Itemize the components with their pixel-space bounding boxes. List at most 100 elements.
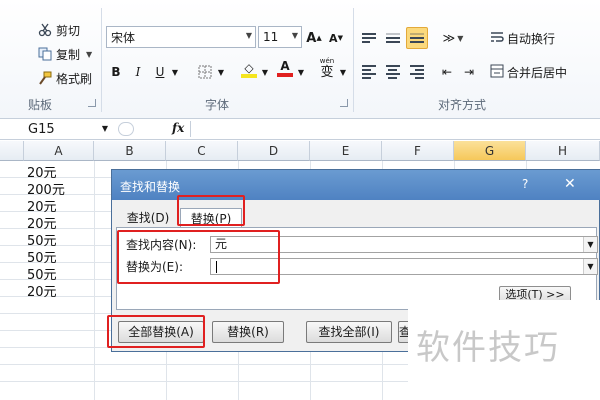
cut-button[interactable]: 剪切 — [38, 20, 80, 40]
orientation-button[interactable]: ≫ ▼ — [438, 28, 468, 48]
font-color-label: A — [280, 59, 290, 73]
column-header-f[interactable]: F — [382, 141, 454, 161]
decrease-indent-button[interactable]: ⇤ — [438, 62, 456, 82]
dialog-title: 查找和替换 — [120, 180, 181, 194]
tab-replace[interactable]: 替换(P) — [180, 208, 242, 228]
tab-find[interactable]: 查找(D) — [120, 208, 176, 228]
tab-find-label: 查找(D) — [126, 211, 170, 225]
font-color-bar — [277, 73, 293, 77]
paint-bucket-icon: ◇ — [244, 61, 254, 75]
font-color-button[interactable]: A — [276, 58, 294, 78]
align-left-icon — [362, 65, 376, 79]
align-top-button[interactable] — [360, 28, 378, 48]
help-icon[interactable]: ? — [522, 177, 528, 191]
format-painter-button[interactable]: 格式刷 — [38, 68, 92, 88]
bold-button[interactable]: B — [108, 62, 124, 82]
chevron-down-icon[interactable]: ▼ — [583, 259, 597, 274]
group-divider — [101, 8, 102, 112]
copy-label: 复制 — [56, 47, 81, 62]
align-left-button[interactable] — [360, 62, 378, 82]
shrink-font-button[interactable]: A ▼ — [328, 28, 344, 48]
copy-button[interactable]: 复制 ▼ — [38, 44, 92, 64]
group-divider — [353, 8, 354, 112]
column-header-e[interactable]: E — [310, 141, 382, 161]
align-center-button[interactable] — [384, 62, 402, 82]
borders-icon[interactable] — [196, 62, 214, 82]
chevron-down-icon: ▼ — [101, 124, 108, 133]
dialog-title-bar[interactable]: 查找和替换 ? ✕ — [112, 170, 600, 200]
column-header-c[interactable]: C — [166, 141, 238, 161]
replace-with-input[interactable]: ▼ — [210, 258, 598, 275]
align-top-icon — [362, 33, 376, 43]
text-orientation-icon: ≫ — [442, 31, 456, 45]
dialog-launcher-icon[interactable] — [88, 99, 96, 107]
grow-font-label: A — [306, 30, 317, 46]
increase-indent-button[interactable]: ⇥ — [460, 62, 478, 82]
formula-bar: G15 ▼ fx — [0, 118, 600, 140]
wrap-text-label: 自动换行 — [507, 31, 556, 46]
chevron-down-icon[interactable]: ▼ — [583, 237, 597, 252]
font-family-select[interactable]: 宋体 ▼ — [106, 26, 256, 48]
tab-replace-label: 替换(P) — [190, 212, 232, 226]
align-middle-button[interactable] — [384, 28, 402, 48]
name-box-value: G15 — [28, 121, 55, 137]
brush-icon — [38, 71, 52, 85]
chevron-down-icon[interactable]: ▼ — [216, 62, 226, 82]
fill-color-button[interactable]: ◇ — [240, 60, 258, 80]
chevron-down-icon[interactable]: ▼ — [338, 62, 348, 82]
chevron-down-icon[interactable]: ▼ — [260, 62, 270, 82]
bold-label: B — [111, 65, 121, 79]
select-all-corner[interactable] — [0, 141, 24, 161]
copy-icon — [38, 47, 52, 61]
chevron-down-icon[interactable]: ▼ — [296, 62, 306, 82]
align-middle-icon — [386, 33, 400, 43]
fill-color-bar — [241, 74, 257, 78]
column-header-g[interactable]: G — [454, 141, 526, 161]
merge-center-button[interactable]: 合并后居中 — [490, 62, 600, 82]
find-what-input[interactable]: 元 ▼ — [210, 236, 598, 253]
align-bottom-button[interactable] — [406, 27, 428, 49]
increase-indent-icon: ⇥ — [463, 65, 475, 79]
replace-button[interactable]: 替换(R) — [212, 321, 284, 343]
column-header-b[interactable]: B — [94, 141, 166, 161]
chevron-down-icon[interactable]: ▼ — [86, 50, 92, 59]
ribbon: 剪切 复制 ▼ 格式刷 贴板 宋体 ▼ 11 ▼ A▲ A▼ B I U ▼ — [0, 0, 600, 118]
phonetic-label: wén — [319, 57, 335, 65]
cancel-icon[interactable] — [118, 122, 134, 136]
cut-label: 剪切 — [56, 23, 81, 38]
function-icon[interactable]: fx — [172, 121, 184, 135]
find-what-value: 元 — [215, 237, 228, 251]
wrap-text-button[interactable]: 自动换行 — [490, 28, 562, 48]
dialog-launcher-icon[interactable] — [340, 99, 348, 107]
font-size-select[interactable]: 11 ▼ — [258, 26, 302, 48]
merge-cells-icon — [490, 64, 504, 81]
italic-label: I — [135, 65, 141, 79]
format-painter-label: 格式刷 — [56, 71, 93, 86]
align-right-button[interactable] — [408, 62, 426, 82]
align-center-icon — [386, 65, 400, 79]
italic-button[interactable]: I — [130, 62, 146, 82]
replace-all-button[interactable]: 全部替换(A) — [118, 321, 204, 343]
column-header-a[interactable]: A — [24, 141, 94, 161]
font-size-value: 11 — [263, 30, 279, 44]
phonetic-guide-button[interactable]: wén 变 — [316, 56, 338, 82]
underline-button[interactable]: U — [152, 62, 168, 82]
chevron-down-icon[interactable]: ▼ — [170, 62, 180, 82]
column-header-d[interactable]: D — [238, 141, 310, 161]
watermark-text: 软件技巧 — [416, 328, 560, 368]
wrap-text-icon — [490, 30, 504, 47]
cell-a[interactable]: 20元 — [27, 281, 57, 300]
chevron-down-icon: ▼ — [245, 31, 252, 40]
name-box[interactable]: G15 ▼ — [0, 120, 110, 138]
column-header-h[interactable]: H — [526, 141, 600, 161]
replace-with-label: 替换为(E): — [126, 260, 183, 274]
merge-center-label: 合并后居中 — [507, 65, 568, 80]
find-all-button[interactable]: 查找全部(I) — [306, 321, 392, 343]
grow-font-button[interactable]: A ▲ — [306, 28, 322, 48]
clipboard-group-label: 贴板 — [28, 98, 53, 112]
chevron-down-icon: ▼ — [291, 31, 298, 40]
shrink-font-label: A — [329, 31, 338, 45]
close-icon[interactable]: ✕ — [564, 176, 576, 192]
chevron-down-icon: ▼ — [457, 33, 464, 43]
align-right-icon — [410, 65, 424, 79]
